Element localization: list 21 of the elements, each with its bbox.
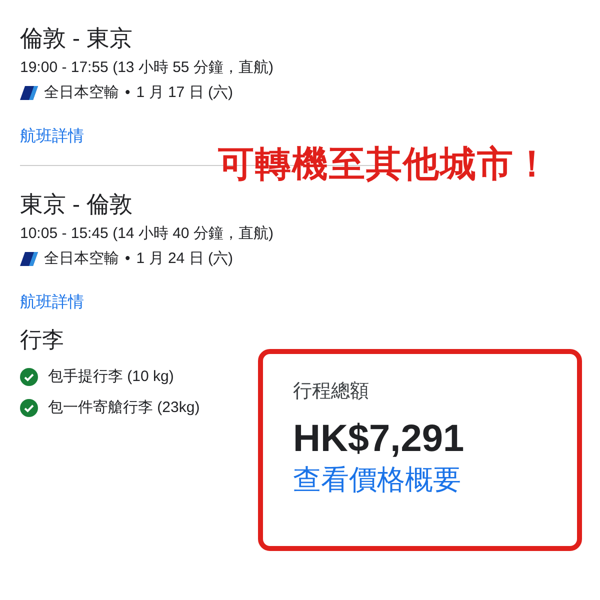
airline-logo-icon (20, 86, 38, 100)
price-amount: HK$7,291 (293, 418, 466, 461)
baggage-title: 行李 (20, 326, 65, 354)
airline-name: 全日本空輸 (44, 249, 119, 269)
separator-dot: • (125, 83, 130, 103)
flight-details-link[interactable]: 航班詳情 (20, 126, 84, 147)
airline-logo-icon (20, 252, 38, 266)
flight-date: 1 月 17 日 (六) (136, 83, 233, 103)
price-summary-link[interactable]: 查看價格概要 (293, 461, 461, 499)
annotation-text: 可轉機至其他城市！ (218, 142, 551, 186)
flight-times: 10:05 - 15:45 (14 小時 40 分鐘，直航) (20, 224, 274, 244)
route-title: 倫敦 - 東京 (20, 24, 134, 53)
baggage-item: 包一件寄艙行李 (23kg) (48, 398, 200, 417)
airline-name: 全日本空輸 (44, 83, 119, 103)
route-title: 東京 - 倫敦 (20, 190, 134, 219)
separator-dot: • (125, 249, 130, 269)
baggage-item: 包手提行李 (10 kg) (48, 367, 174, 386)
flight-details-link[interactable]: 航班詳情 (20, 292, 84, 313)
flight-times: 19:00 - 17:55 (13 小時 55 分鐘，直航) (20, 58, 274, 78)
price-label: 行程總額 (293, 380, 370, 404)
flight-date: 1 月 24 日 (六) (136, 249, 233, 269)
